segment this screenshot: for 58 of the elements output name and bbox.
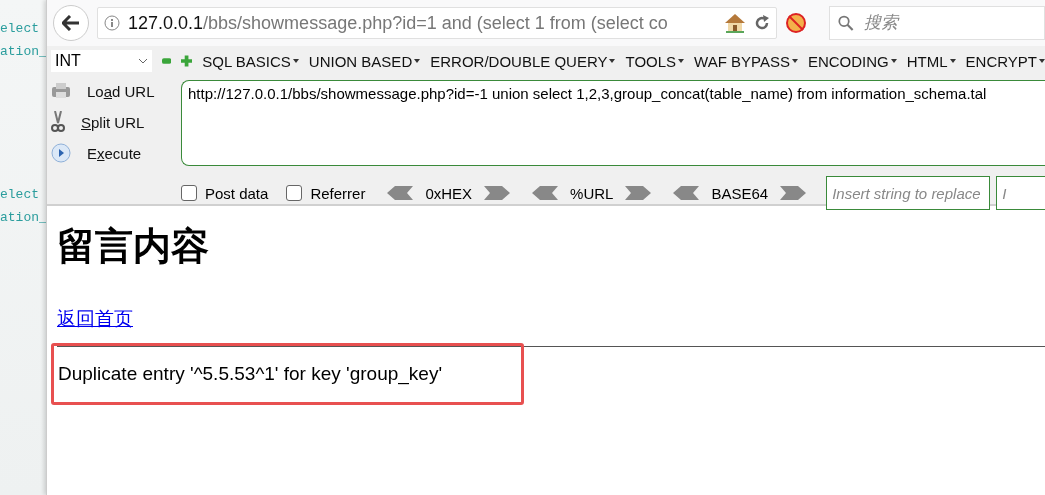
code-text: ation_ — [0, 209, 46, 227]
caret-icon — [890, 59, 897, 63]
url-text: 127.0.0.1/bbs/showmessage.php?id=1 and (select 1 from (select co — [128, 12, 669, 34]
replace-field[interactable]: I — [996, 176, 1045, 210]
minus-icon[interactable] — [161, 58, 172, 64]
menu-item[interactable]: ENCODING — [807, 52, 897, 70]
menu-item[interactable]: HTML — [906, 52, 956, 70]
search-field[interactable]: 搜索 — [829, 6, 1045, 40]
menu-item[interactable]: WAF BYPASS — [694, 52, 798, 70]
menu-item[interactable]: TOOLS — [625, 52, 685, 70]
back-button[interactable] — [53, 5, 89, 41]
caret-icon — [609, 59, 616, 63]
menu-item[interactable]: SQL BASICS — [202, 52, 299, 70]
plus-icon[interactable] — [181, 55, 193, 67]
right-arrow-icon[interactable] — [484, 186, 511, 200]
url-input[interactable]: http://127.0.0.1/bbs/showmessage.php?id=-1 union select 1,2,3,group_concat(table_name) from information_schema.tal — [181, 80, 1045, 166]
error-message: Duplicate entry '^5.5.53^1' for key 'group_key' — [51, 343, 524, 405]
home-icon[interactable] — [724, 13, 746, 33]
toolbar-button[interactable]: Execute — [51, 142, 173, 164]
caret-icon — [791, 59, 798, 63]
back-arrow-icon — [62, 15, 80, 31]
right-arrow-icon[interactable] — [625, 186, 652, 200]
caret-icon — [1039, 59, 1045, 63]
type-select[interactable]: INT — [51, 50, 152, 72]
scissors-icon — [51, 111, 65, 133]
left-arrow-icon[interactable] — [673, 186, 700, 200]
page-title: 留言内容 — [57, 224, 210, 269]
blocked-icon[interactable] — [785, 12, 807, 34]
menu-item[interactable]: ENCRYPT — [965, 52, 1045, 70]
code-text: elect — [0, 20, 40, 38]
left-arrow-icon[interactable] — [387, 186, 414, 200]
caret-icon — [292, 59, 299, 63]
menu-item[interactable]: ERROR/DOUBLE QUERY — [430, 52, 616, 70]
menu-item[interactable]: UNION BASED — [308, 52, 421, 70]
checkbox-option[interactable]: Referrer — [286, 184, 366, 202]
reload-icon[interactable] — [754, 15, 770, 31]
replace-field[interactable]: Insert string to replace — [826, 176, 991, 210]
info-icon[interactable] — [104, 15, 120, 31]
code-text: elect — [0, 186, 40, 204]
caret-icon — [678, 59, 685, 63]
right-arrow-icon[interactable] — [780, 186, 807, 200]
play-icon — [51, 143, 71, 163]
toolbar-button[interactable]: Split URL — [51, 111, 173, 133]
chevron-down-icon — [137, 58, 148, 64]
caret-icon — [414, 59, 421, 63]
printer-icon — [51, 82, 71, 100]
encoding-label: %URL — [570, 184, 614, 202]
search-input[interactable]: 搜索 — [861, 12, 1036, 34]
toolbar-button[interactable]: Load URL — [51, 80, 173, 102]
code-text: ation_ — [0, 43, 46, 61]
home-link[interactable]: 返回首页 — [57, 306, 1045, 332]
checkbox-option[interactable]: Post data — [181, 184, 269, 202]
encoding-label: 0xHEX — [425, 184, 473, 202]
search-icon — [838, 14, 854, 32]
address-bar[interactable]: 127.0.0.1/bbs/showmessage.php?id=1 and (select 1 from (select co — [97, 7, 777, 39]
caret-icon — [949, 59, 956, 63]
left-arrow-icon[interactable] — [532, 186, 559, 200]
encoding-label: BASE64 — [711, 184, 769, 202]
